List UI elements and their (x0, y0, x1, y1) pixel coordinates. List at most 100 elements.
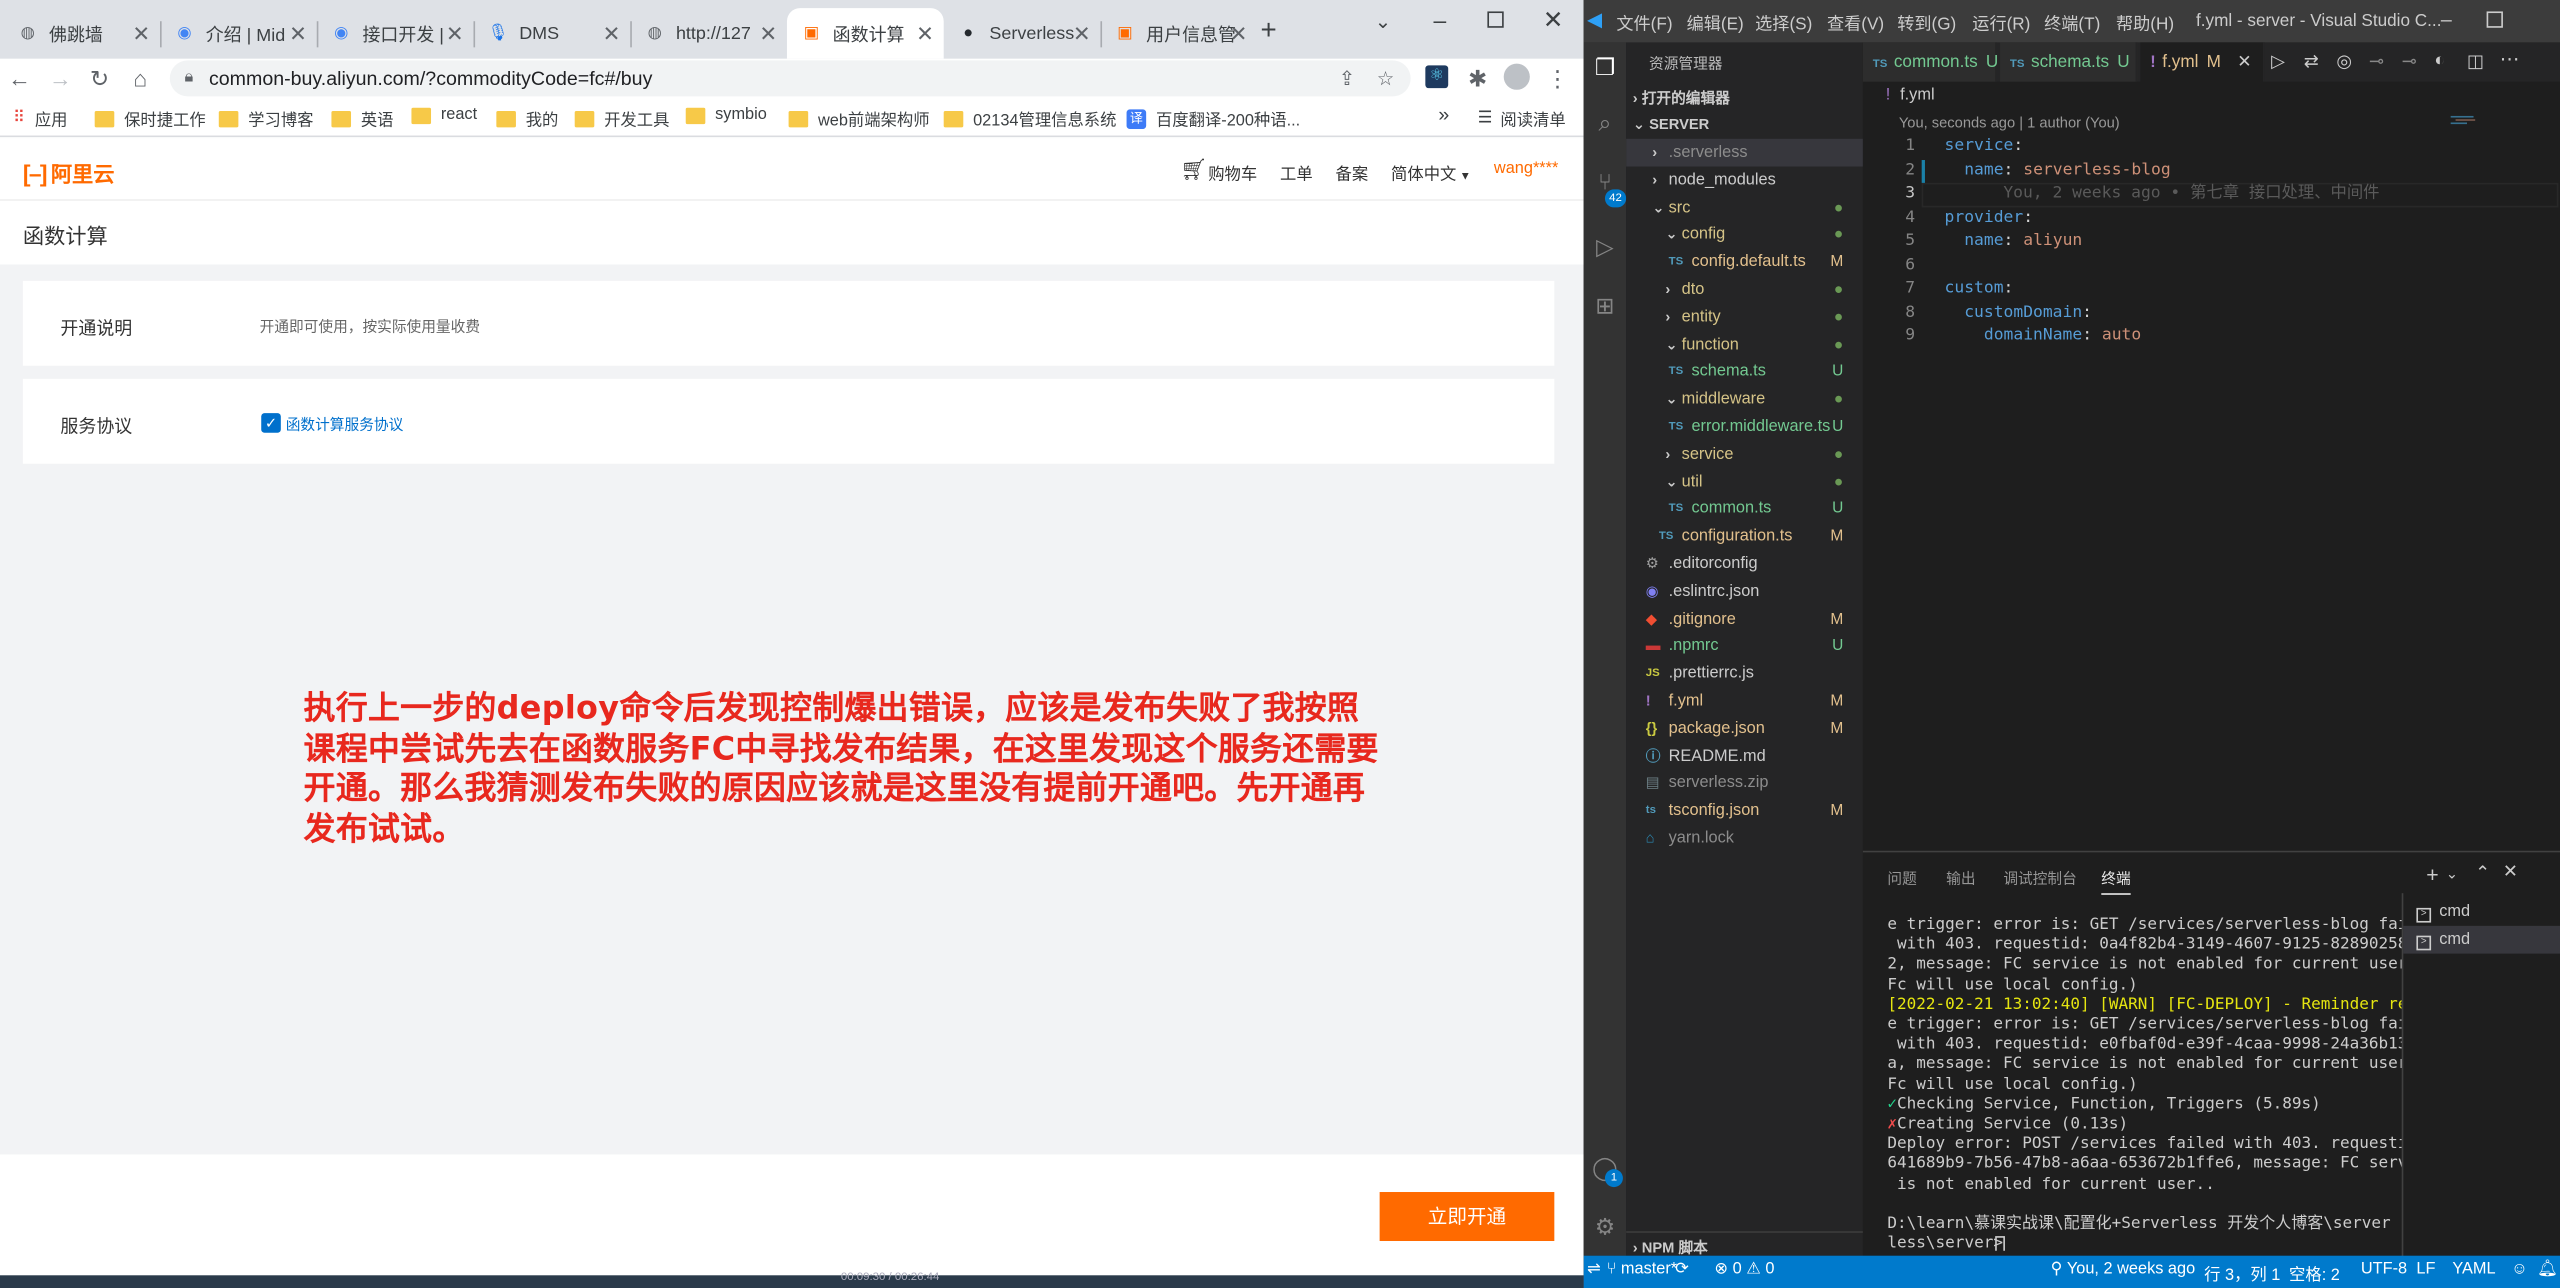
maximize-panel-icon[interactable]: ⌃ (2475, 862, 2490, 884)
code-line[interactable]: service: (1945, 136, 2024, 160)
browser-tab[interactable]: 🎙︎ DMS ✕ (473, 8, 630, 59)
menu-item[interactable]: 查看(V) (1827, 11, 1884, 35)
tree-item[interactable]: TS error.middleware.ts U (1626, 413, 1863, 441)
tree-item[interactable]: ts tsconfig.json M (1626, 797, 1863, 825)
activate-now-button[interactable]: 立即开通 (1379, 1192, 1555, 1242)
tree-item[interactable]: TS config.default.ts M (1626, 249, 1863, 277)
branch-indicator[interactable]: ⑂ master* (1607, 1261, 1678, 1279)
aliyun-logo[interactable]: [–] 阿里云 (23, 157, 115, 188)
close-tab-icon[interactable]: ✕ (446, 21, 464, 47)
bookmark-item[interactable]: 02134管理信息系统 (943, 106, 1116, 131)
agreement-checkbox[interactable]: ✓ (261, 413, 281, 433)
tree-item[interactable]: › dto ● (1626, 276, 1863, 304)
browser-tab[interactable]: ▣ 用户信息管 ✕ (1100, 8, 1257, 59)
browser-tab[interactable]: ◍ http://127 ✕ (630, 8, 787, 59)
cart-icon[interactable]: 🛒︎ (1180, 157, 1207, 183)
close-tab-icon[interactable]: ✕ (132, 21, 150, 47)
maximize-icon[interactable] (1487, 11, 1504, 28)
tree-item[interactable]: ⚙ .editorconfig (1626, 550, 1863, 578)
tree-item[interactable]: › node_modules (1626, 166, 1863, 194)
tree-item[interactable]: › service ● (1626, 441, 1863, 469)
react-devtools-icon[interactable]: ⚛ (1425, 65, 1449, 89)
bookmark-item[interactable]: 英语 (331, 106, 393, 131)
back-icon[interactable]: ← (3, 64, 36, 93)
tree-item[interactable]: {} package.json M (1626, 715, 1863, 743)
nav-ticket[interactable]: 工单 (1280, 160, 1313, 185)
bookmark-item[interactable]: symbio (685, 106, 767, 124)
run-debug-icon[interactable]: ▷ (1590, 232, 1619, 261)
editor-tab[interactable]: TS common.ts U (1862, 42, 1998, 82)
sync-icon[interactable]: ⟳ (1675, 1261, 1689, 1279)
bookmark-item[interactable]: web前端架构师 (788, 106, 930, 131)
menu-item[interactable]: 编辑(E) (1687, 11, 1744, 35)
tree-item[interactable]: ⌄ middleware ● (1626, 386, 1863, 414)
minimize-icon[interactable]: – (1434, 7, 1447, 33)
nav-language[interactable]: 简体中文 ▼ (1391, 160, 1471, 185)
codelens-author[interactable]: You, seconds ago | 1 author (You) (1899, 114, 2120, 130)
tree-item[interactable]: ⌄ function ● (1626, 331, 1863, 359)
reload-icon[interactable]: ↻ (83, 64, 116, 93)
agreement-link[interactable]: 函数计算服务协议 (286, 413, 404, 434)
user-name[interactable]: wang**** (1494, 160, 1558, 178)
tree-item[interactable]: TS common.ts U (1626, 495, 1863, 523)
feedback-icon[interactable]: ☺ (2511, 1261, 2528, 1279)
close-window-icon[interactable]: ✕ (1543, 5, 1564, 35)
menu-item[interactable]: 运行(R) (1972, 11, 2030, 35)
close-tab-icon[interactable]: ✕ (916, 21, 934, 47)
language-mode[interactable]: YAML (2452, 1261, 2495, 1279)
extensions-icon[interactable]: ⊞ (1590, 291, 1619, 320)
menu-item[interactable]: 终端(T) (2044, 11, 2100, 35)
browser-tab[interactable]: ◍ 佛跳墙 ✕ (3, 8, 160, 59)
remote-icon[interactable]: ⇌ (1587, 1261, 1601, 1279)
tree-item[interactable]: ⌂ yarn.lock (1626, 825, 1863, 853)
tree-item[interactable]: ⌄ config ● (1626, 221, 1863, 249)
code-line[interactable]: You, 2 weeks ago • 第七章 接口处理、中间件 (1945, 183, 2379, 207)
chevron-down-icon[interactable]: ⌄ (2446, 865, 2458, 883)
close-tab-icon[interactable]: ✕ (289, 21, 307, 47)
tree-item[interactable]: ▤ serverless.zip (1626, 770, 1863, 798)
prev-change-icon[interactable]: ⊸ (2369, 51, 2384, 72)
tree-item[interactable]: ⌄ src ● (1626, 194, 1863, 222)
tree-item[interactable]: TS configuration.ts M (1626, 523, 1863, 551)
maximize-icon[interactable] (2486, 11, 2503, 28)
explorer-icon[interactable]: ❐ (1590, 52, 1619, 81)
indentation[interactable]: 空格: 2 (2289, 1261, 2340, 1285)
more-actions-icon[interactable]: ⋯ (2500, 47, 2520, 70)
menu-item[interactable]: 选择(S) (1755, 11, 1812, 35)
editor-tab[interactable]: ! f.yml M ✕ (2140, 42, 2265, 82)
bookmark-item[interactable]: 译百度翻译-200种语... (1126, 106, 1300, 131)
new-terminal-icon[interactable]: + (2426, 862, 2438, 886)
bookmark-item[interactable]: 我的 (496, 106, 558, 131)
bookmark-item[interactable]: react (411, 106, 477, 124)
panel-tab[interactable]: 问题 (1887, 867, 1916, 893)
search-icon[interactable]: ⌕ (1590, 108, 1619, 137)
npm-scripts-section[interactable]: › NPM 脚本 (1626, 1231, 1863, 1256)
tree-item[interactable]: ⓘ README.md (1626, 742, 1863, 770)
settings-gear-icon[interactable]: ⚙ (1590, 1212, 1619, 1241)
code-line[interactable]: name: aliyun (1945, 230, 2082, 254)
editor-tab[interactable]: TS schema.ts U (2000, 42, 2138, 82)
tree-item[interactable]: › entity ● (1626, 303, 1863, 331)
tree-item[interactable]: JS .prettierrc.js (1626, 660, 1863, 688)
terminal-instance[interactable]: > cmd (2403, 898, 2560, 926)
tree-item[interactable]: ◉ .eslintrc.json (1626, 578, 1863, 606)
forward-icon[interactable]: → (44, 64, 77, 93)
toggle-icon[interactable]: ◐ (2434, 51, 2445, 71)
run-icon[interactable]: ▷ (2271, 51, 2285, 72)
menu-item[interactable]: 转到(G) (1897, 11, 1956, 35)
panel-tab[interactable]: 输出 (1946, 867, 1975, 893)
browser-tab[interactable]: ● Serverless ✕ (944, 8, 1101, 59)
compare-icon[interactable]: ⇄ (2304, 51, 2319, 72)
menu-item[interactable]: 帮助(H) (2116, 11, 2174, 35)
bookmark-item[interactable]: ⠿ 应用 (13, 106, 67, 130)
code-line[interactable]: name: serverless-blog (1945, 159, 2170, 183)
split-editor-icon[interactable]: ◫ (2467, 51, 2484, 72)
breadcrumb[interactable]: ! f.yml (1886, 87, 1935, 105)
tree-item[interactable]: › .serverless (1626, 138, 1863, 167)
code-line[interactable]: custom: (1945, 278, 2014, 302)
address-bar[interactable]: 🔒︎ common-buy.aliyun.com/?commodityCode=… (169, 60, 1411, 97)
code-line[interactable]: provider: (1945, 207, 2033, 231)
minimize-icon[interactable]: – (2441, 8, 2452, 31)
cursor-position[interactable]: 行 3，列 1 (2204, 1261, 2280, 1285)
minimap[interactable] (2450, 114, 2484, 127)
